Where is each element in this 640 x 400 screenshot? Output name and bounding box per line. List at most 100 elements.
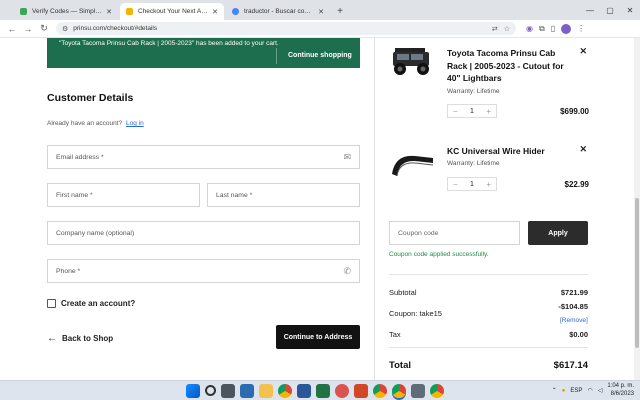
bookmark-star-icon[interactable]: ☆	[504, 25, 510, 33]
menu-kebab-icon[interactable]: ⋮	[577, 24, 585, 33]
site-info-icon[interactable]: ⚙	[62, 25, 68, 33]
last-name-placeholder: Last name *	[216, 191, 253, 199]
continue-shopping-link[interactable]: Continue shopping	[288, 52, 352, 59]
calculator-icon[interactable]	[411, 384, 425, 398]
clock[interactable]: 1:04 p. m. 8/6/2023	[607, 383, 634, 398]
new-tab-icon[interactable]: +	[332, 3, 348, 20]
browser-tab-google[interactable]: traductor - Buscar con Google ✕	[226, 3, 330, 20]
sidebar-icon[interactable]: ▯	[551, 24, 555, 33]
cart-item: Toyota Tacoma Prinsu Cab Rack | 2005-202…	[389, 42, 589, 118]
total-row: Total $617.14	[389, 360, 588, 371]
envelope-icon: ✉	[343, 152, 351, 162]
task-view-icon[interactable]	[221, 384, 235, 398]
checkbox-box[interactable]	[47, 299, 56, 308]
quantity-stepper[interactable]: − 1 +	[447, 177, 497, 191]
address-bar[interactable]: ⚙ prinsu.com/checkout/#details ⇄ ☆	[56, 22, 516, 35]
close-tab-icon[interactable]: ✕	[212, 8, 218, 16]
windows-taskbar: ⌃ ● ESP ◠ ◁ 1:04 p. m. 8/6/2023	[0, 380, 640, 400]
apply-coupon-button[interactable]: Apply	[528, 221, 588, 245]
translate-icon[interactable]: ⇄	[492, 25, 498, 33]
back-arrow-icon[interactable]: ←	[4, 21, 20, 37]
left-arrow-icon: ←	[47, 333, 57, 344]
coupon-success-message: Coupon code applied successfully.	[389, 251, 489, 258]
prinsu-favicon-icon	[126, 8, 133, 15]
coupon-code-input[interactable]: Coupon code	[389, 221, 520, 245]
continue-to-address-button[interactable]: Continue to Address	[276, 325, 360, 349]
excel-icon[interactable]	[316, 384, 330, 398]
extension-icon[interactable]: ◉	[526, 24, 533, 33]
folder-icon[interactable]	[259, 384, 273, 398]
search-icon[interactable]	[205, 385, 216, 396]
forward-arrow-icon[interactable]: →	[20, 21, 36, 37]
create-account-checkbox[interactable]: Create an account?	[47, 299, 135, 308]
cart-item-name[interactable]: KC Universal Wire Hider	[447, 145, 567, 158]
plus-icon[interactable]: +	[486, 180, 491, 189]
close-tab-icon[interactable]: ✕	[318, 8, 324, 16]
login-link[interactable]: Log in	[126, 120, 144, 127]
first-name-placeholder: First name *	[56, 191, 93, 199]
scrollbar-thumb[interactable]	[635, 198, 639, 348]
coupon-placeholder: Coupon code	[398, 229, 439, 237]
subtotal-label: Subtotal	[389, 288, 417, 297]
tray-chevron-icon[interactable]: ⌃	[552, 387, 557, 394]
coupon-row: Coupon: take15 -$104.85	[389, 302, 588, 318]
windows-start-icon[interactable]	[186, 384, 200, 398]
close-window-icon[interactable]: ✕	[620, 0, 640, 20]
company-field[interactable]: Company name (optional)	[47, 221, 360, 245]
minus-icon[interactable]: −	[453, 107, 458, 116]
browser-tab-simplycodes[interactable]: Verify Codes — SimplyCodes ✕	[14, 3, 118, 20]
email-placeholder: Email address *	[56, 153, 104, 161]
wifi-icon[interactable]: ◠	[587, 387, 592, 394]
truck-product-image	[393, 48, 429, 75]
summary-divider	[389, 347, 588, 348]
remove-item-icon[interactable]: ✕	[579, 144, 587, 155]
tab-title: Verify Codes — SimplyCodes	[32, 8, 102, 15]
remove-coupon-link[interactable]: [Remove]	[560, 317, 588, 324]
back-to-shop-link[interactable]: ← Back to Shop	[47, 333, 113, 344]
coupon-discount-value: -$104.85	[558, 302, 588, 311]
volume-icon[interactable]: ◁	[598, 387, 603, 394]
email-field[interactable]: Email address * ✉	[47, 145, 360, 169]
quantity-value[interactable]: 1	[470, 181, 474, 188]
profile-avatar[interactable]	[561, 23, 572, 34]
phone-field[interactable]: Phone * ✆	[47, 259, 360, 283]
cart-item-name[interactable]: Toyota Tacoma Prinsu Cab Rack | 2005-202…	[447, 47, 567, 85]
coupon-label: Coupon: take15	[389, 309, 442, 318]
minus-icon[interactable]: −	[453, 180, 458, 189]
last-name-field[interactable]: Last name *	[207, 183, 360, 207]
app-icon[interactable]	[335, 384, 349, 398]
page-scrollbar[interactable]	[634, 38, 640, 380]
chrome-active-icon[interactable]	[392, 384, 406, 398]
tray-app-icon[interactable]: ●	[562, 388, 566, 394]
powerpoint-icon[interactable]	[354, 384, 368, 398]
maximize-icon[interactable]: ▢	[600, 0, 620, 20]
subtotal-value: $721.99	[560, 288, 588, 297]
remove-item-icon[interactable]: ✕	[579, 46, 587, 57]
minimize-icon[interactable]: —	[580, 0, 600, 20]
quantity-value[interactable]: 1	[470, 108, 474, 115]
store-icon[interactable]	[240, 384, 254, 398]
banner-message: "Toyota Tacoma Prinsu Cab Rack | 2005-20…	[59, 40, 279, 47]
language-indicator[interactable]: ESP	[570, 388, 582, 394]
browser-toolbar: ← → ↻ ⚙ prinsu.com/checkout/#details ⇄ ☆…	[0, 20, 640, 38]
chrome-icon[interactable]	[278, 384, 292, 398]
simplycodes-favicon-icon	[20, 8, 27, 15]
reload-icon[interactable]: ↻	[36, 21, 52, 37]
taskbar-apps	[186, 384, 444, 398]
extensions-puzzle-icon[interactable]: ⧉	[539, 24, 545, 34]
chrome-profile-icon[interactable]	[373, 384, 387, 398]
word-icon[interactable]	[297, 384, 311, 398]
phone-icon: ✆	[343, 266, 351, 276]
browser-tab-checkout[interactable]: Checkout Your Next Adventure ✕	[120, 3, 224, 20]
back-to-shop-label: Back to Shop	[62, 334, 114, 343]
chrome-secondary-icon[interactable]	[430, 384, 444, 398]
first-name-field[interactable]: First name *	[47, 183, 200, 207]
quantity-stepper[interactable]: − 1 +	[447, 104, 497, 118]
url-text: prinsu.com/checkout/#details	[73, 25, 158, 32]
close-tab-icon[interactable]: ✕	[106, 8, 112, 16]
checkout-page: "Toyota Tacoma Prinsu Cab Rack | 2005-20…	[0, 38, 634, 380]
plus-icon[interactable]: +	[486, 107, 491, 116]
phone-placeholder: Phone *	[56, 267, 81, 275]
google-favicon-icon	[232, 8, 239, 15]
cart-item-warranty: Warranty: Lifetime	[447, 160, 500, 167]
